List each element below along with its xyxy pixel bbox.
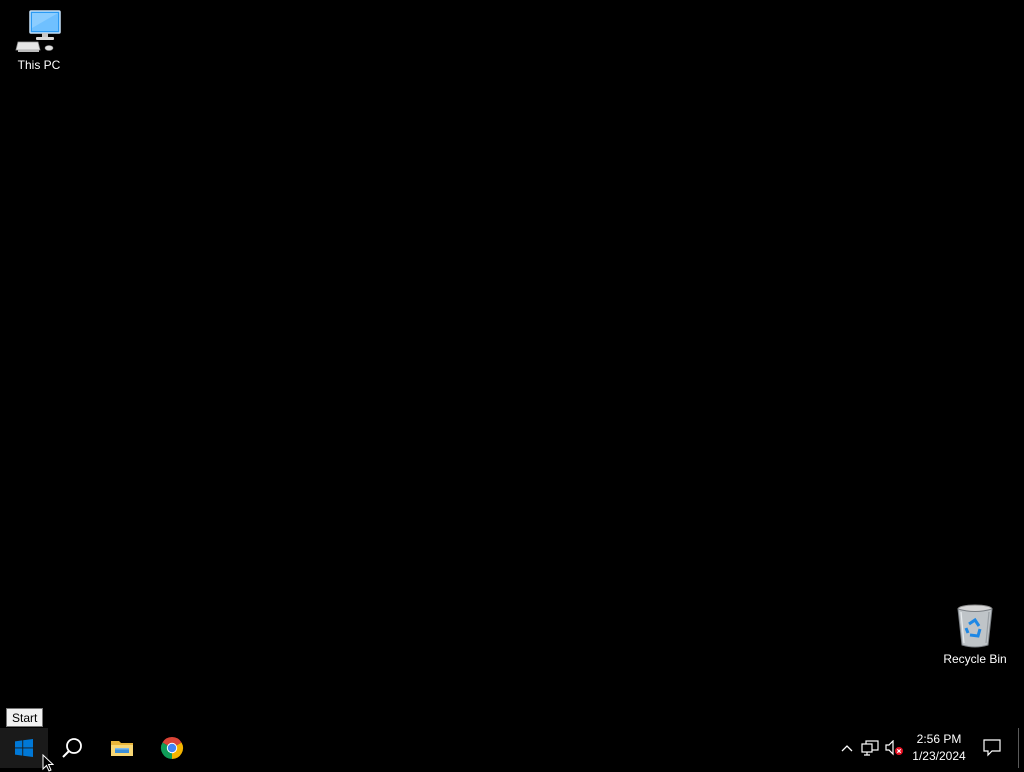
- windows-logo-icon: [15, 739, 33, 757]
- recycle-bin-icon: [957, 604, 993, 648]
- clock-time: 2:56 PM: [916, 732, 962, 746]
- taskbar-clock[interactable]: 2:56 PM 1/23/2024: [906, 728, 972, 768]
- network-icon: [861, 740, 879, 756]
- taskbar: 2:56 PM 1/23/2024: [0, 728, 1024, 768]
- network-button[interactable]: [858, 728, 882, 768]
- desktop-icon-this-pc[interactable]: This PC: [1, 8, 77, 72]
- clock-date: 1/23/2024: [912, 749, 966, 763]
- volume-muted-icon: [885, 740, 903, 756]
- chrome-button[interactable]: [148, 728, 196, 768]
- start-tooltip: Start: [6, 708, 44, 727]
- desktop[interactable]: This PC Recycle Bin: [0, 0, 1024, 728]
- search-icon: [62, 738, 82, 758]
- action-center-button[interactable]: [978, 728, 1006, 768]
- search-button[interactable]: [48, 728, 96, 768]
- volume-button[interactable]: [882, 728, 906, 768]
- desktop-icon-recycle-bin[interactable]: Recycle Bin: [937, 602, 1013, 666]
- desktop-icon-label: Recycle Bin: [943, 652, 1007, 666]
- show-desktop-button[interactable]: [1018, 728, 1024, 768]
- computer-icon: [15, 10, 61, 52]
- folder-icon: [111, 741, 133, 756]
- desktop-icon-label: This PC: [17, 58, 61, 72]
- file-explorer-button[interactable]: [98, 728, 146, 768]
- show-hidden-icons-button[interactable]: [835, 728, 859, 768]
- notification-icon: [983, 739, 1001, 757]
- chevron-up-icon: [841, 745, 853, 752]
- chrome-icon: [160, 737, 184, 759]
- start-button[interactable]: [0, 728, 48, 768]
